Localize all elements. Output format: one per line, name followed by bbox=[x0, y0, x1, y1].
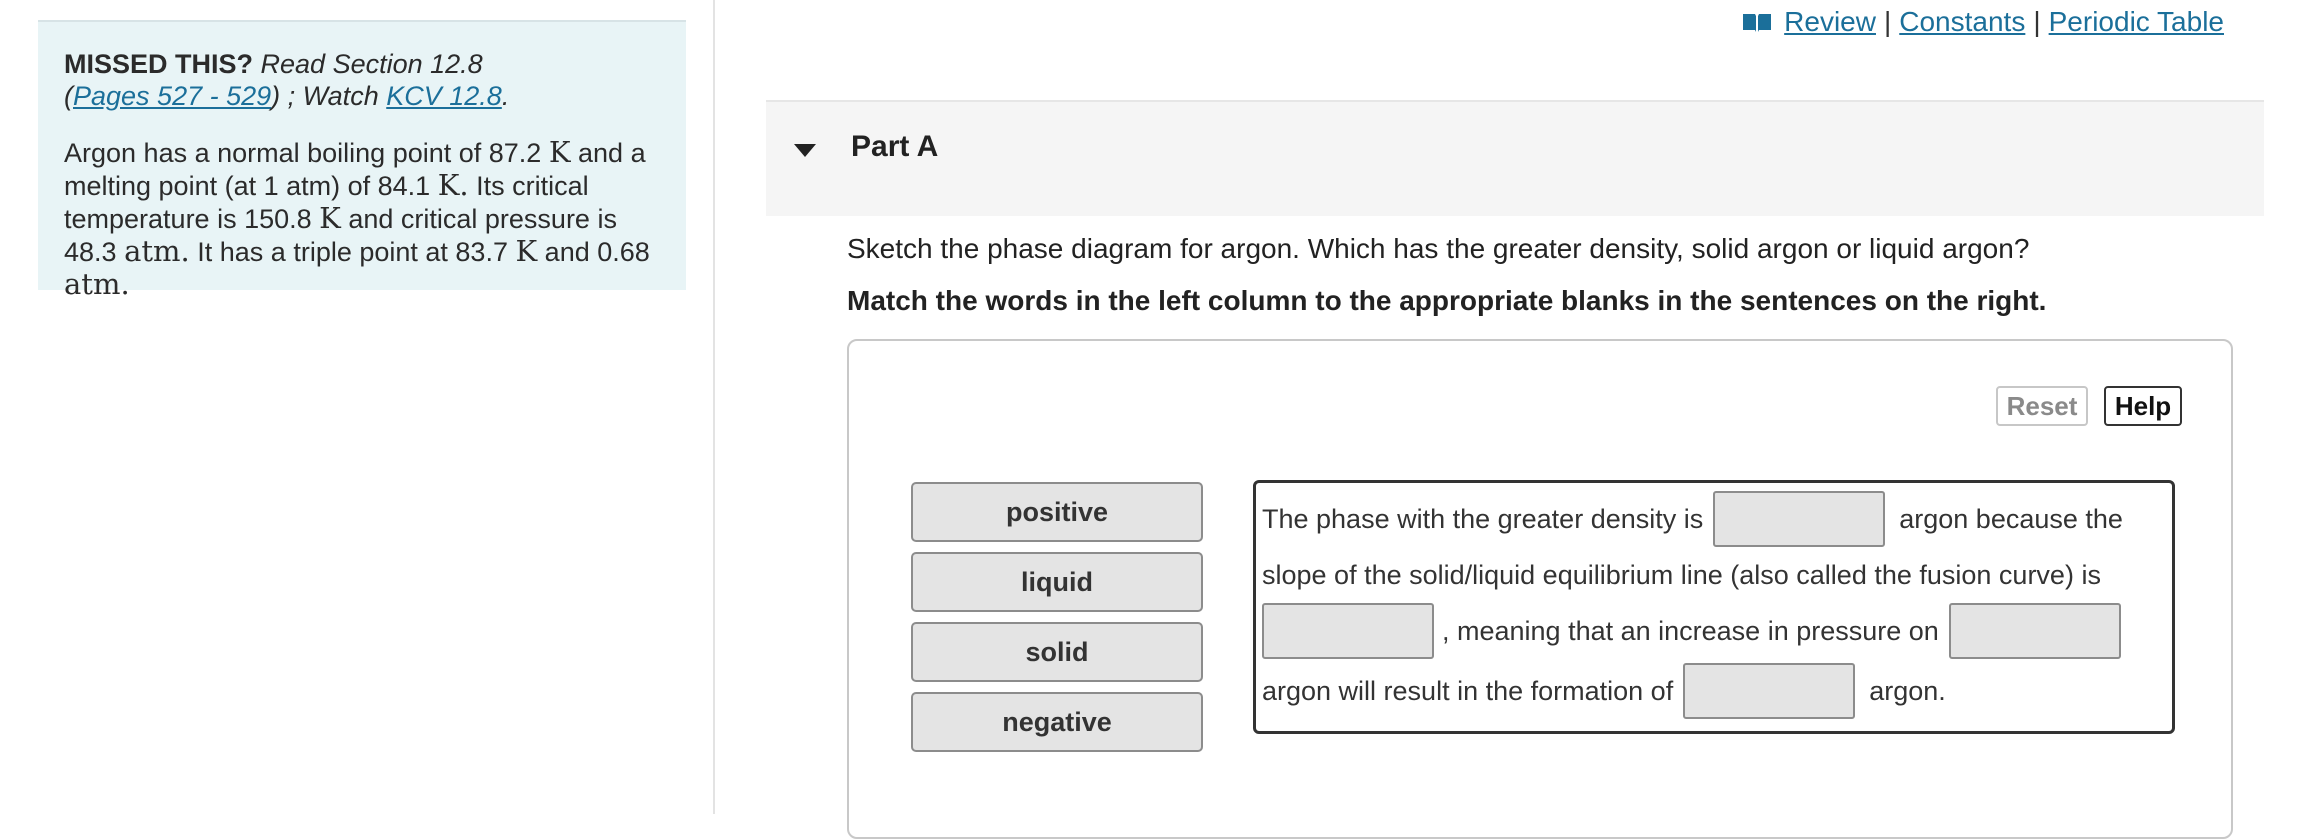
book-icon bbox=[1743, 14, 1772, 32]
link-separator: | bbox=[1883, 6, 1892, 37]
kcv-link[interactable]: KCV 12.8 bbox=[386, 81, 502, 111]
periodic-table-link[interactable]: Periodic Table bbox=[2049, 6, 2224, 38]
sentence-line-3: , meaning that an increase in pressure o… bbox=[1262, 603, 2121, 659]
missed-this-line: MISSED THIS? Read Section 12.8 (Pages 52… bbox=[64, 49, 510, 111]
collapse-caret-icon[interactable] bbox=[794, 144, 816, 157]
sentence-panel: The phase with the greater density is ar… bbox=[1253, 480, 2175, 734]
instruction-text: Match the words in the left column to th… bbox=[847, 285, 2047, 316]
resource-links: Review | Constants | Periodic Table bbox=[1742, 6, 2224, 38]
drop-blank-3[interactable] bbox=[1948, 603, 2121, 659]
word-chip-positive[interactable]: positive bbox=[911, 482, 1203, 542]
question-text: Sketch the phase diagram for argon. Whic… bbox=[847, 233, 2030, 264]
reset-button[interactable]: Reset bbox=[1996, 386, 2088, 426]
sentence-line-1: The phase with the greater density is ar… bbox=[1262, 491, 2123, 547]
pages-link[interactable]: Pages 527 - 529 bbox=[73, 81, 271, 111]
word-chip-liquid[interactable]: liquid bbox=[911, 552, 1203, 612]
missed-this-panel: MISSED THIS? Read Section 12.8 (Pages 52… bbox=[38, 20, 686, 300]
link-separator: | bbox=[2033, 6, 2041, 37]
drag-drop-workspace: Reset Help positive liquid solid negativ… bbox=[847, 339, 2233, 839]
word-chip-negative[interactable]: negative bbox=[911, 692, 1203, 752]
missed-label: MISSED THIS? bbox=[64, 49, 254, 79]
part-a-header[interactable]: Part A bbox=[766, 100, 2264, 216]
panel-divider bbox=[713, 0, 715, 814]
drop-blank-1[interactable] bbox=[1713, 491, 1886, 547]
sentence-line-4: argon will result in the formation of ar… bbox=[1262, 663, 1946, 719]
constants-link[interactable]: Constants bbox=[1899, 6, 2025, 38]
sentence-line-2: slope of the solid/liquid equilibrium li… bbox=[1262, 559, 2101, 590]
word-chip-solid[interactable]: solid bbox=[911, 622, 1203, 682]
problem-statement: Argon has a normal boiling point of 87.2… bbox=[64, 135, 650, 301]
help-button[interactable]: Help bbox=[2104, 386, 2182, 426]
part-title: Part A bbox=[851, 130, 939, 163]
read-section-text: Read Section 12.8 bbox=[260, 49, 483, 79]
watch-text: ; Watch bbox=[287, 81, 379, 111]
drop-blank-4[interactable] bbox=[1683, 663, 1856, 719]
drop-blank-2[interactable] bbox=[1262, 603, 1434, 659]
review-link[interactable]: Review bbox=[1784, 6, 1876, 38]
